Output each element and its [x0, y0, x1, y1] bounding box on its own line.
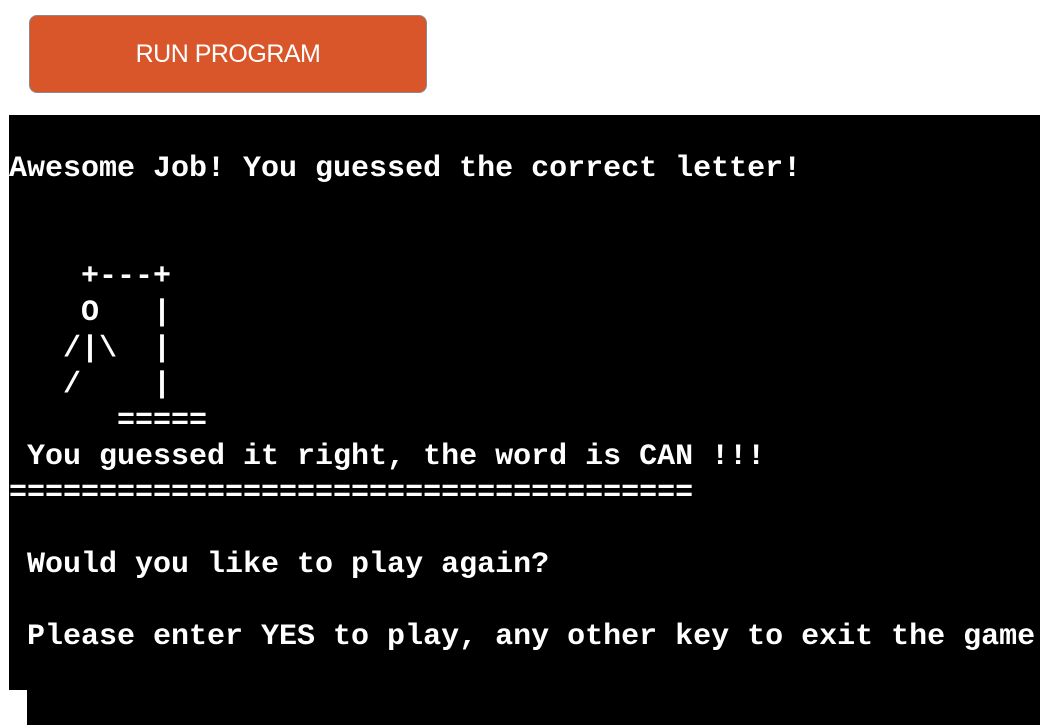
hangman-drawing-line: /|\ |: [9, 332, 172, 366]
terminal[interactable]: Awesome Job! You guessed the correct let…: [9, 115, 1040, 725]
separator-line: ======================================: [9, 476, 694, 510]
input-instruction: Please enter YES to play, any other key …: [9, 620, 1036, 654]
play-again-prompt: Would you like to play again?: [9, 548, 550, 582]
hangman-drawing-line: / |: [9, 368, 172, 402]
result-message: You guessed it right, the word is CAN !!…: [9, 440, 766, 474]
terminal-output: Awesome Job! You guessed the correct let…: [9, 151, 1035, 655]
hangman-drawing-line: O |: [9, 296, 172, 330]
hangman-drawing-line: =====: [9, 404, 208, 438]
terminal-cursor[interactable]: [9, 690, 27, 725]
run-program-button[interactable]: RUN PROGRAM: [29, 15, 427, 93]
hangman-drawing-line: +---+: [9, 260, 172, 294]
terminal-line: Awesome Job! You guessed the correct let…: [9, 152, 802, 186]
